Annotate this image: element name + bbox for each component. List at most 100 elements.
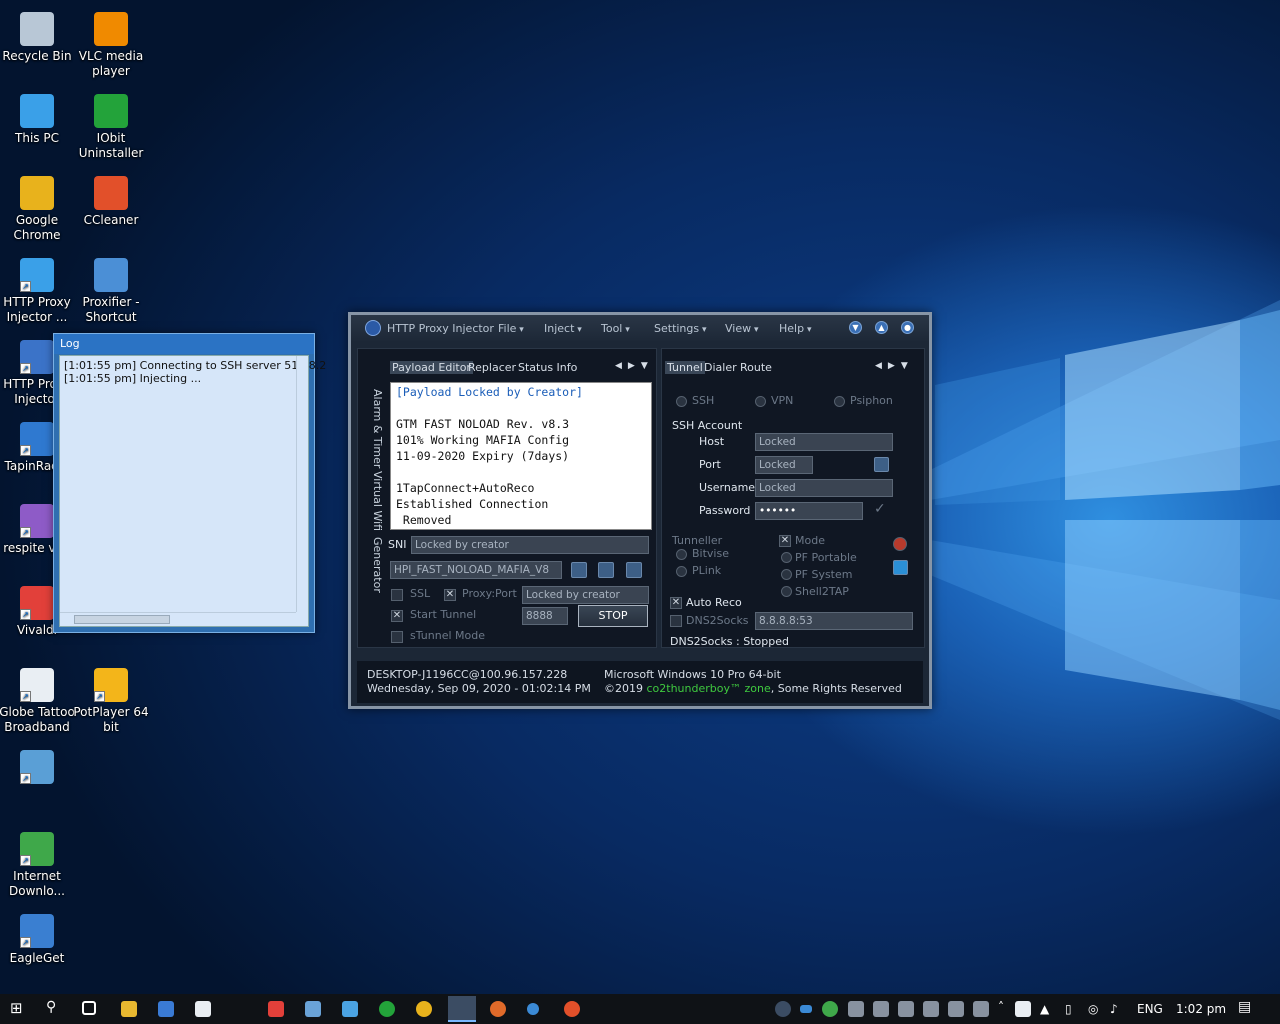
- mode-checkbox[interactable]: ✕: [779, 535, 791, 547]
- payload-editor[interactable]: [Payload Locked by Creator] GTM FAST NOL…: [390, 382, 652, 530]
- ssh-radio[interactable]: [676, 396, 687, 407]
- pf-system-radio[interactable]: [781, 569, 792, 580]
- tray-hpi-icon[interactable]: [775, 1001, 791, 1017]
- close-button[interactable]: ●: [901, 321, 914, 334]
- tab-payload-editor[interactable]: Payload Editor: [390, 361, 473, 374]
- trash-icon[interactable]: [626, 562, 642, 578]
- checkmark-icon[interactable]: ✓: [874, 501, 886, 517]
- copyright-brand[interactable]: co2thunderboy™ zone: [647, 682, 771, 695]
- bitvise-radio[interactable]: [676, 549, 687, 560]
- tab-alarm-timer[interactable]: Alarm & Timer: [371, 389, 384, 468]
- menu-help[interactable]: Help: [779, 322, 811, 335]
- auto-reco-checkbox[interactable]: ✕: [670, 597, 682, 609]
- file-explorer-icon[interactable]: [121, 1001, 137, 1017]
- store-icon[interactable]: [158, 1001, 174, 1017]
- desktop-icon[interactable]: ↗ PotPlayer 64 bit: [72, 664, 150, 735]
- desktop-icon[interactable]: Google Chrome: [0, 172, 76, 243]
- search-icon[interactable]: ⚲: [46, 999, 62, 1015]
- dot-app-taskbar-icon[interactable]: [527, 1003, 539, 1015]
- shell2tap-radio[interactable]: [781, 586, 792, 597]
- desktop-icon[interactable]: CCleaner: [72, 172, 150, 228]
- tray-icon-5[interactable]: [948, 1001, 964, 1017]
- tab-generator[interactable]: Generator: [371, 537, 384, 593]
- password-input[interactable]: ••••••: [755, 502, 863, 520]
- tab-tunnel[interactable]: Tunnel: [665, 361, 705, 374]
- start-tunnel-checkbox[interactable]: ✕: [391, 610, 403, 622]
- dns-input[interactable]: 8.8.8.8:53: [755, 612, 913, 630]
- tray-icon-6[interactable]: [973, 1001, 989, 1017]
- desktop-icon[interactable]: This PC: [0, 90, 76, 146]
- log-horizontal-scrollbar[interactable]: [60, 612, 296, 626]
- desktop-icon[interactable]: VLC media player: [72, 8, 150, 79]
- host-input[interactable]: Locked: [755, 433, 893, 451]
- menu-file[interactable]: File: [498, 322, 524, 335]
- task-view-icon[interactable]: [82, 1001, 96, 1015]
- tray-icon-4[interactable]: [923, 1001, 939, 1017]
- tab-scroll-arrows[interactable]: ◀▶▼: [615, 361, 654, 371]
- defender-icon[interactable]: [1015, 1001, 1031, 1017]
- hpi-taskbar-icon[interactable]: [448, 996, 476, 1022]
- ring-app-taskbar-icon[interactable]: [564, 1001, 580, 1017]
- right-tab-scroll-arrows[interactable]: ◀▶▼: [875, 361, 914, 371]
- clock[interactable]: 1:02 pm: [1176, 1002, 1226, 1016]
- desktop-icon[interactable]: ↗ HTTP Proxy Injector ...: [0, 254, 76, 325]
- tray-app-icon[interactable]: [800, 1005, 812, 1013]
- proxy-input[interactable]: Locked by creator: [522, 586, 649, 604]
- app-taskbar-icon[interactable]: [305, 1001, 321, 1017]
- tab-status-info[interactable]: Status Info: [518, 361, 577, 374]
- tab-virtual-wifi[interactable]: Virtual Wifi: [371, 471, 384, 531]
- ssl-checkbox[interactable]: [391, 589, 403, 601]
- dns2socks-checkbox[interactable]: [670, 615, 682, 627]
- psiphon-radio[interactable]: [834, 396, 845, 407]
- tray-idm-icon[interactable]: [822, 1001, 838, 1017]
- desktop-icon[interactable]: ↗ Globe Tattoo Broadband: [0, 664, 76, 735]
- chrome-taskbar-icon[interactable]: [416, 1001, 432, 1017]
- scroll-thumb[interactable]: [74, 615, 170, 624]
- delete-icon[interactable]: [571, 562, 587, 578]
- iobit-taskbar-icon[interactable]: [379, 1001, 395, 1017]
- config-select[interactable]: HPI_FAST_NOLOAD_MAFIA_V8: [390, 561, 562, 579]
- tab-route[interactable]: Route: [740, 361, 772, 374]
- menu-view[interactable]: View: [725, 322, 759, 335]
- save-icon[interactable]: [598, 562, 614, 578]
- pf-portable-radio[interactable]: [781, 552, 792, 563]
- maximize-button[interactable]: ▲: [875, 321, 888, 334]
- vivaldi-taskbar-icon[interactable]: [268, 1001, 284, 1017]
- network-icon[interactable]: ▲: [1040, 1002, 1049, 1016]
- language-indicator[interactable]: ENG: [1137, 1002, 1163, 1016]
- stop-round-icon[interactable]: [893, 537, 907, 551]
- proxy-checkbox[interactable]: ✕: [444, 589, 456, 601]
- start-windows-icon[interactable]: ⊞: [10, 999, 26, 1017]
- port-field[interactable]: Locked: [755, 456, 813, 474]
- stop-button[interactable]: STOP: [578, 605, 648, 627]
- title-bar[interactable]: HTTP Proxy Injector File Inject Tool Set…: [351, 315, 929, 341]
- tab-dialer[interactable]: Dialer: [704, 361, 737, 374]
- save-account-icon[interactable]: [874, 457, 889, 472]
- menu-tool[interactable]: Tool: [601, 322, 630, 335]
- desktop-icon[interactable]: ↗ EagleGet: [0, 910, 76, 966]
- desktop-icon[interactable]: ↗ Internet Downlo...: [0, 828, 76, 899]
- http-proxy-injector-window[interactable]: HTTP Proxy Injector File Inject Tool Set…: [348, 312, 932, 709]
- tray-icon-3[interactable]: [898, 1001, 914, 1017]
- menu-inject[interactable]: Inject: [544, 322, 582, 335]
- sni-input[interactable]: Locked by creator: [411, 536, 649, 554]
- username-input[interactable]: Locked: [755, 479, 893, 497]
- log-window[interactable]: Log [1:01:55 pm] Connecting to SSH serve…: [53, 333, 326, 633]
- port-input[interactable]: 8888: [522, 607, 568, 625]
- tab-replacer[interactable]: Replacer: [468, 361, 516, 374]
- refresh-icon[interactable]: [893, 560, 908, 575]
- volume-icon[interactable]: ♪: [1110, 1002, 1118, 1016]
- desktop-icon[interactable]: Recycle Bin: [0, 8, 76, 64]
- plink-radio[interactable]: [676, 566, 687, 577]
- mail-icon[interactable]: [195, 1001, 211, 1017]
- notification-icon[interactable]: ▤: [1238, 999, 1251, 1015]
- vpn-radio[interactable]: [755, 396, 766, 407]
- notepad-taskbar-icon[interactable]: [342, 1001, 358, 1017]
- battery-icon[interactable]: ▯: [1065, 1002, 1072, 1016]
- chevron-up-icon[interactable]: ˄: [998, 1000, 1004, 1014]
- tray-icon-2[interactable]: [873, 1001, 889, 1017]
- desktop-icon[interactable]: Proxifier - Shortcut: [72, 254, 150, 325]
- stunnel-checkbox[interactable]: [391, 631, 403, 643]
- tray-icon-1[interactable]: [848, 1001, 864, 1017]
- minimize-button[interactable]: ▼: [849, 321, 862, 334]
